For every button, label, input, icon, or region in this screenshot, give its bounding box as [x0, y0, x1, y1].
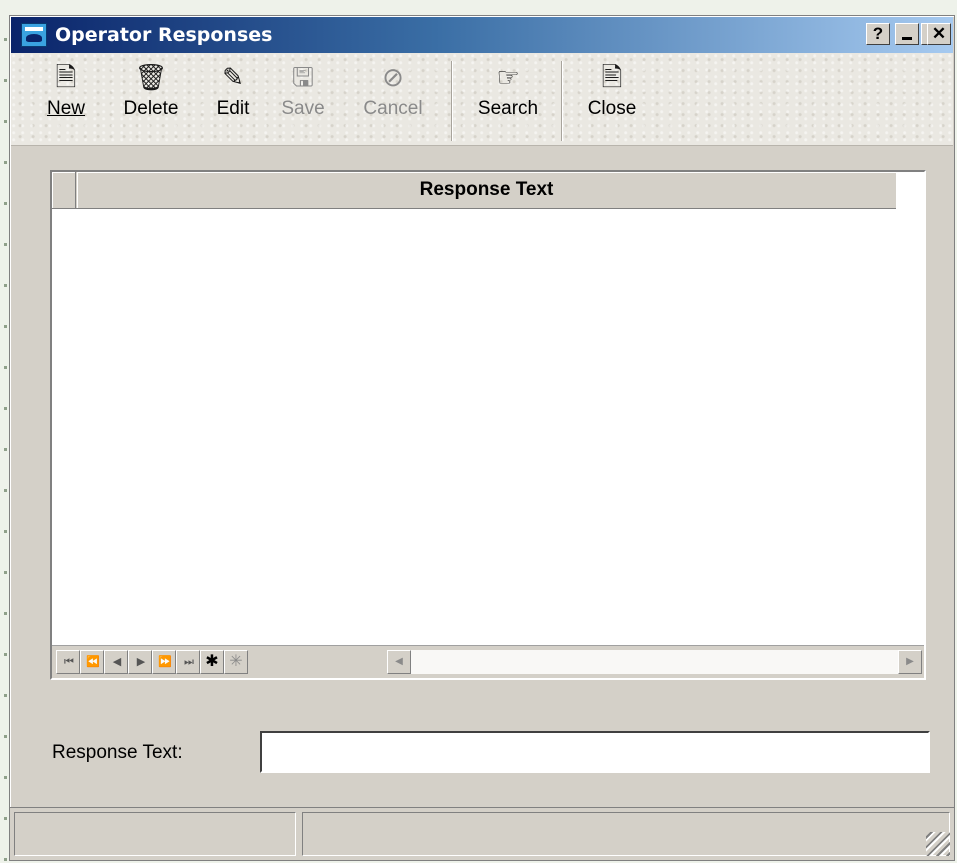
- search-button[interactable]: ☞ Search: [469, 61, 547, 141]
- close-button-label: Close: [587, 98, 637, 119]
- background-dotted-line: [4, 0, 7, 863]
- new-record-disabled-button[interactable]: ✳: [224, 650, 248, 674]
- toolbar: 🗎 New 🗑 Delete ✎ Edit 🖫 Save ⊘ Cancel ☞ …: [11, 53, 953, 146]
- minimize-icon: [902, 37, 912, 40]
- close-document-icon: 🖹: [601, 63, 623, 93]
- save-icon: 🖫: [291, 63, 315, 93]
- trash-icon: 🗑: [134, 63, 168, 93]
- row-selector-header[interactable]: [52, 172, 76, 208]
- cancel-button-label: Cancel: [363, 98, 423, 119]
- new-button-label: New: [46, 98, 85, 119]
- delete-button-label: Delete: [123, 98, 179, 119]
- status-pane-2: [302, 812, 950, 856]
- scroll-right-button[interactable]: ▶: [898, 650, 922, 674]
- cancel-button[interactable]: ⊘ Cancel: [355, 61, 431, 141]
- response-text-input[interactable]: [260, 731, 930, 773]
- resize-grip-icon[interactable]: [926, 832, 950, 856]
- pointing-hand-search-icon: ☞: [496, 63, 520, 93]
- save-button[interactable]: 🖫 Save: [275, 61, 331, 141]
- window-title: Operator Responses: [55, 24, 273, 46]
- help-button[interactable]: ?: [866, 23, 890, 45]
- responses-grid[interactable]: Response Text ⏮ ⏪ ◀ ▶ ⏩ ⏭ ✱ ✳ ◀ ▶: [50, 170, 926, 680]
- status-pane-1: [14, 812, 296, 856]
- toolbar-separator: [451, 61, 453, 141]
- cancel-icon: ⊘: [382, 63, 404, 93]
- response-text-label: Response Text:: [52, 742, 183, 763]
- horizontal-scrollbar[interactable]: ◀ ▶: [387, 650, 922, 674]
- next-record-button[interactable]: ▶: [128, 650, 152, 674]
- scroll-left-button[interactable]: ◀: [387, 650, 411, 674]
- grid-navigation-bar: ⏮ ⏪ ◀ ▶ ⏩ ⏭ ✱ ✳ ◀ ▶: [52, 645, 924, 678]
- edit-button-label: Edit: [216, 98, 250, 119]
- minimize-button[interactable]: [895, 23, 919, 45]
- search-button-label: Search: [477, 98, 539, 119]
- edit-button[interactable]: ✎ Edit: [209, 61, 257, 141]
- new-document-icon: 🗎: [55, 63, 77, 93]
- toolbar-separator: [561, 61, 563, 141]
- delete-button[interactable]: 🗑 Delete: [115, 61, 187, 141]
- last-record-button[interactable]: ⏭: [176, 650, 200, 674]
- new-record-button[interactable]: ✱: [200, 650, 224, 674]
- first-record-button[interactable]: ⏮: [56, 650, 80, 674]
- save-button-label: Save: [281, 98, 325, 119]
- previous-record-button[interactable]: ◀: [104, 650, 128, 674]
- operator-responses-window: Operator Responses ? ✕ 🗎 New 🗑 Delete ✎ …: [9, 15, 955, 861]
- close-window-button[interactable]: ✕: [927, 23, 951, 45]
- edit-document-icon: ✎: [222, 63, 244, 93]
- app-icon[interactable]: [21, 23, 47, 47]
- title-bar[interactable]: Operator Responses ?: [11, 17, 953, 53]
- previous-page-button[interactable]: ⏪: [80, 650, 104, 674]
- column-header-response-text[interactable]: Response Text: [77, 172, 896, 208]
- grid-header-row: Response Text: [52, 172, 896, 209]
- status-bar: [10, 807, 954, 860]
- new-button[interactable]: 🗎 New: [43, 61, 89, 141]
- next-page-button[interactable]: ⏩: [152, 650, 176, 674]
- close-button[interactable]: 🖹 Close: [581, 61, 643, 141]
